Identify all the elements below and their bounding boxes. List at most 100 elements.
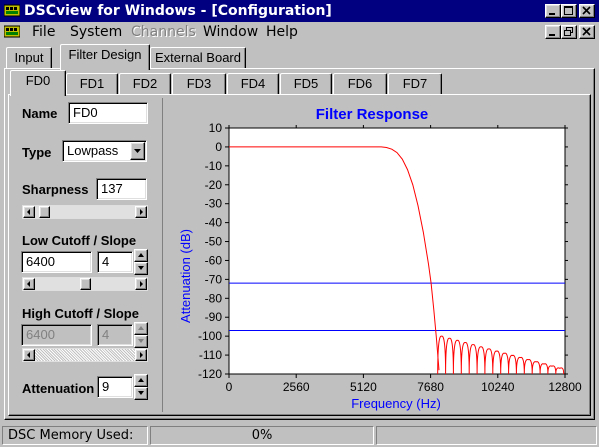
x-tick-label: 0 bbox=[226, 380, 233, 394]
status-bar: DSC Memory Used: 0% bbox=[0, 424, 599, 447]
tab-fd3-label: FD3 bbox=[186, 76, 212, 91]
spin-down-button[interactable] bbox=[134, 335, 148, 348]
attenuation-spinner[interactable] bbox=[134, 374, 148, 400]
spin-up-button[interactable] bbox=[134, 249, 148, 262]
arrow-up-icon bbox=[138, 378, 144, 382]
tab-fd1-label: FD1 bbox=[79, 76, 105, 91]
tab-fd7-label: FD7 bbox=[402, 76, 428, 91]
minimize-button[interactable] bbox=[545, 4, 561, 18]
tab-external-board-label: External Board bbox=[155, 50, 241, 65]
low-slope-spinner[interactable] bbox=[134, 249, 148, 275]
y-tick-label: -60 bbox=[205, 253, 223, 267]
maximize-button[interactable] bbox=[561, 4, 577, 18]
tab-fd6[interactable]: FD6 bbox=[333, 73, 387, 95]
sharpness-slider-thumb[interactable] bbox=[39, 206, 51, 218]
slider-right-arrow[interactable] bbox=[135, 349, 147, 361]
attenuation-label: Attenuation bbox=[22, 381, 95, 396]
sharpness-label: Sharpness bbox=[22, 182, 89, 197]
tab-input-label: Input bbox=[14, 50, 44, 65]
arrow-down-icon bbox=[138, 391, 144, 395]
memory-label: DSC Memory Used: bbox=[2, 426, 148, 445]
y-tick-label: -70 bbox=[205, 272, 223, 286]
high-cutoff-slider[interactable] bbox=[22, 348, 148, 362]
minimize-icon bbox=[549, 13, 555, 15]
arrow-up-icon bbox=[138, 253, 144, 257]
close-button[interactable] bbox=[579, 4, 595, 18]
x-tick-label: 5120 bbox=[350, 380, 377, 394]
type-select[interactable]: Lowpass bbox=[62, 140, 147, 162]
memory-value: 0% bbox=[150, 426, 374, 445]
sharpness-field[interactable]: 137 bbox=[96, 178, 147, 200]
tab-fd4-label: FD4 bbox=[240, 76, 266, 91]
y-tick-label: -110 bbox=[199, 348, 222, 362]
tab-fd7[interactable]: FD7 bbox=[388, 73, 442, 95]
y-tick-label: -100 bbox=[198, 329, 222, 343]
arrow-left-icon bbox=[27, 352, 30, 358]
vertical-divider bbox=[162, 98, 163, 412]
spin-down-button[interactable] bbox=[134, 262, 148, 275]
menu-file[interactable]: File bbox=[32, 24, 55, 40]
slider-left-arrow[interactable] bbox=[23, 349, 35, 361]
plot-area bbox=[228, 127, 566, 375]
x-tick-label: 7680 bbox=[417, 380, 444, 394]
low-cutoff-field[interactable]: 6400 bbox=[21, 251, 92, 273]
y-tick-label: -80 bbox=[205, 291, 223, 305]
restore-icon bbox=[564, 27, 573, 36]
y-tick-label: -50 bbox=[205, 235, 223, 249]
high-slope-spinner[interactable] bbox=[134, 322, 148, 348]
slider-right-arrow[interactable] bbox=[135, 206, 147, 218]
tab-external-board[interactable]: External Board bbox=[150, 47, 246, 69]
tab-fd4[interactable]: FD4 bbox=[227, 73, 279, 95]
low-cutoff-slider-thumb[interactable] bbox=[79, 278, 91, 290]
tab-fd5[interactable]: FD5 bbox=[280, 73, 332, 95]
attenuation-field[interactable]: 9 bbox=[97, 376, 133, 398]
slider-left-arrow[interactable] bbox=[23, 278, 35, 290]
sharpness-slider[interactable] bbox=[22, 205, 148, 219]
spin-up-button[interactable] bbox=[134, 322, 148, 335]
x-axis-label: Frequency (Hz) bbox=[351, 396, 441, 411]
mdi-close-button[interactable] bbox=[579, 25, 595, 39]
y-tick-label: -30 bbox=[205, 197, 223, 211]
arrow-left-icon bbox=[27, 209, 30, 215]
arrow-down-icon bbox=[138, 266, 144, 270]
tab-filter-design[interactable]: Filter Design bbox=[60, 44, 150, 70]
arrow-right-icon bbox=[140, 352, 143, 358]
menu-window[interactable]: Window bbox=[203, 24, 258, 40]
tab-fd5-label: FD5 bbox=[293, 76, 319, 91]
type-label: Type bbox=[22, 145, 52, 160]
high-cutoff-field[interactable]: 6400 bbox=[21, 324, 92, 346]
type-dropdown-button[interactable] bbox=[130, 142, 145, 160]
slider-left-arrow[interactable] bbox=[23, 206, 35, 218]
x-tick-label: 10240 bbox=[481, 380, 515, 394]
low-cutoff-slider[interactable] bbox=[22, 277, 148, 291]
tab-fd1[interactable]: FD1 bbox=[66, 73, 118, 95]
arrow-right-icon bbox=[140, 281, 143, 287]
high-slope-field[interactable]: 4 bbox=[97, 324, 133, 346]
mdi-minimize-button[interactable] bbox=[545, 25, 561, 39]
spin-down-button[interactable] bbox=[134, 387, 148, 400]
low-slope-field[interactable]: 4 bbox=[97, 251, 133, 273]
chevron-down-icon bbox=[134, 149, 141, 153]
menu-bar: File System Channels Window Help bbox=[0, 22, 599, 42]
document-icon[interactable] bbox=[4, 25, 20, 39]
mdi-restore-button[interactable] bbox=[561, 25, 577, 39]
menu-channels[interactable]: Channels bbox=[131, 24, 196, 40]
status-pane-empty bbox=[376, 426, 597, 445]
menu-system[interactable]: System bbox=[70, 24, 122, 40]
x-tick-label: 2560 bbox=[283, 380, 310, 394]
arrow-up-icon bbox=[138, 326, 144, 330]
high-cutoff-label: High Cutoff / Slope bbox=[22, 306, 139, 321]
arrow-down-icon bbox=[138, 339, 144, 343]
name-field[interactable]: FD0 bbox=[68, 102, 148, 124]
tab-fd2-label: FD2 bbox=[132, 76, 158, 91]
tab-fd0[interactable]: FD0 bbox=[10, 70, 66, 96]
tab-fd3[interactable]: FD3 bbox=[172, 73, 226, 95]
tab-input[interactable]: Input bbox=[6, 47, 52, 69]
slider-right-arrow[interactable] bbox=[135, 278, 147, 290]
menu-help[interactable]: Help bbox=[266, 24, 298, 40]
spin-up-button[interactable] bbox=[134, 374, 148, 387]
title-bar[interactable]: DSCview for Windows - [Configuration] bbox=[0, 0, 599, 22]
y-tick-label: -10 bbox=[205, 159, 223, 173]
y-tick-label: 0 bbox=[215, 140, 222, 154]
tab-fd2[interactable]: FD2 bbox=[119, 73, 171, 95]
